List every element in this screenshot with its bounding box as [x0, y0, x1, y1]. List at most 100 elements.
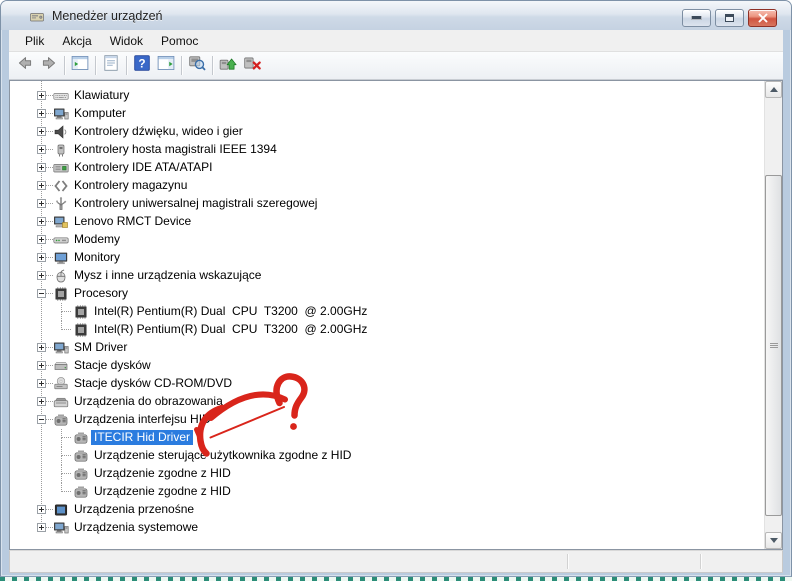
- expand-plus-toggle[interactable]: [37, 505, 46, 514]
- tree-item[interactable]: Stacje dysków: [10, 357, 765, 375]
- expand-plus-toggle[interactable]: [37, 109, 46, 118]
- tree-connector: [61, 321, 71, 330]
- tree-connector: [61, 429, 71, 438]
- show-console-tree-button[interactable]: [68, 54, 92, 77]
- title-bar[interactable]: Menedżer urządzeń: [1, 1, 791, 30]
- storage-controller-icon: [53, 178, 69, 194]
- expand-plus-toggle[interactable]: [37, 163, 46, 172]
- computer-icon: [53, 106, 69, 122]
- processor-icon: [53, 286, 69, 302]
- tree-item-label: Urządzenia systemowe: [74, 520, 199, 534]
- tree-connector: [46, 203, 53, 204]
- scan-hardware-changes-button[interactable]: [185, 54, 209, 77]
- tree-connector: [61, 474, 63, 483]
- help-button[interactable]: ?: [130, 54, 154, 77]
- device-tree: Klawiatury Komputer Kontrolery dźwięku, wi…: [10, 81, 765, 549]
- tree-item[interactable]: Urządzenia do obrazowania: [10, 393, 765, 411]
- tree-item-label: Komputer: [74, 106, 127, 120]
- minimize-button[interactable]: [682, 9, 711, 27]
- tree-item[interactable]: Urządzenia systemowe: [10, 519, 765, 537]
- tree-item-label: SM Driver: [74, 340, 128, 354]
- expand-plus-toggle[interactable]: [37, 235, 46, 244]
- expand-plus-toggle[interactable]: [37, 199, 46, 208]
- expand-plus-toggle[interactable]: [37, 379, 46, 388]
- help-icon: ?: [133, 54, 151, 77]
- expand-plus-toggle[interactable]: [37, 253, 46, 262]
- menu-item-pomoc[interactable]: Pomoc: [152, 32, 207, 50]
- maximize-button[interactable]: [715, 9, 744, 27]
- expand-plus-toggle[interactable]: [37, 181, 46, 190]
- expand-plus-toggle[interactable]: [37, 343, 46, 352]
- tree-item[interactable]: Modemy: [10, 231, 765, 249]
- tree-item[interactable]: ITECIR Hid Driver: [10, 429, 765, 447]
- tree-item[interactable]: Mysz i inne urządzenia wskazujące: [10, 267, 765, 285]
- back-button[interactable]: [13, 54, 37, 77]
- menu-item-plik[interactable]: Plik: [16, 32, 53, 50]
- scroll-down-button[interactable]: [765, 532, 782, 549]
- tree-connector: [46, 257, 53, 258]
- collapse-minus-toggle[interactable]: [37, 289, 46, 298]
- tree-item[interactable]: Lenovo RMCT Device: [10, 213, 765, 231]
- tree-item[interactable]: Komputer: [10, 105, 765, 123]
- tree-item[interactable]: Urządzenia interfejsu HID: [10, 411, 765, 429]
- show-action-pane-button[interactable]: [154, 54, 178, 77]
- hid-icon: [73, 430, 89, 446]
- scan-hardware-changes-icon: [188, 54, 206, 77]
- tree-item[interactable]: Kontrolery dźwięku, wideo i gier: [10, 123, 765, 141]
- tree-item[interactable]: Urządzenie zgodne z HID: [10, 483, 765, 501]
- menu-item-widok[interactable]: Widok: [101, 32, 152, 50]
- toolbar-separator: [64, 56, 65, 75]
- expand-plus-toggle[interactable]: [37, 361, 46, 370]
- tree-item[interactable]: Monitory: [10, 249, 765, 267]
- tree-item[interactable]: Urządzenia przenośne: [10, 501, 765, 519]
- tree-item[interactable]: Urządzenie zgodne z HID: [10, 465, 765, 483]
- back-icon: [16, 54, 34, 77]
- expand-plus-toggle[interactable]: [37, 397, 46, 406]
- close-icon: [758, 13, 767, 23]
- expand-plus-toggle[interactable]: [37, 271, 46, 280]
- menu-item-akcja[interactable]: Akcja: [53, 32, 100, 50]
- tree-item[interactable]: Kontrolery magazynu: [10, 177, 765, 195]
- tree-connector: [46, 365, 53, 366]
- expand-plus-toggle[interactable]: [37, 127, 46, 136]
- tree-item[interactable]: Intel(R) Pentium(R) Dual CPU T3200 @ 2.0…: [10, 321, 765, 339]
- tree-item[interactable]: Stacje dysków CD-ROM/DVD: [10, 375, 765, 393]
- tree-item[interactable]: Kontrolery IDE ATA/ATAPI: [10, 159, 765, 177]
- tree-item[interactable]: SM Driver: [10, 339, 765, 357]
- scroll-up-button[interactable]: [765, 81, 782, 98]
- computer-device-icon: [53, 214, 69, 230]
- collapse-minus-toggle[interactable]: [37, 415, 46, 424]
- forward-button[interactable]: [37, 54, 61, 77]
- tree-item[interactable]: Kontrolery uniwersalnej magistrali szere…: [10, 195, 765, 213]
- close-button[interactable]: [748, 9, 777, 27]
- tree-connector: [46, 509, 53, 510]
- tree-item-label: Kontrolery magazynu: [74, 178, 188, 192]
- tree-item-label: Intel(R) Pentium(R) Dual CPU T3200 @ 2.0…: [94, 322, 368, 336]
- tree-item-label: Stacje dysków: [74, 358, 151, 372]
- modem-icon: [53, 232, 69, 248]
- firewire-icon: [53, 142, 69, 158]
- expand-plus-toggle[interactable]: [37, 523, 46, 532]
- tree-connector: [61, 483, 71, 492]
- tree-item-label: Kontrolery hosta magistrali IEEE 1394: [74, 142, 277, 156]
- tree-connector: [46, 383, 53, 384]
- disk-drive-icon: [53, 358, 69, 374]
- tree-item[interactable]: Urządzenie sterujące użytkownika zgodne …: [10, 447, 765, 465]
- tree-item[interactable]: Kontrolery hosta magistrali IEEE 1394: [10, 141, 765, 159]
- tree-item[interactable]: Klawiatury: [10, 87, 765, 105]
- expand-plus-toggle[interactable]: [37, 217, 46, 226]
- uninstall-device-button[interactable]: [240, 54, 264, 77]
- vertical-scrollbar[interactable]: [764, 81, 782, 549]
- expand-plus-toggle[interactable]: [37, 91, 46, 100]
- tree-item[interactable]: Procesory: [10, 285, 765, 303]
- tree-connector: [46, 185, 53, 186]
- update-driver-button[interactable]: [216, 54, 240, 77]
- hid-icon: [53, 412, 69, 428]
- scrollbar-thumb[interactable]: [765, 175, 782, 516]
- properties-button[interactable]: [99, 54, 123, 77]
- tree-item-label: Kontrolery IDE ATA/ATAPI: [74, 160, 213, 174]
- maximize-icon: [725, 14, 734, 22]
- ide-controller-icon: [53, 160, 69, 176]
- tree-item[interactable]: Intel(R) Pentium(R) Dual CPU T3200 @ 2.0…: [10, 303, 765, 321]
- expand-plus-toggle[interactable]: [37, 145, 46, 154]
